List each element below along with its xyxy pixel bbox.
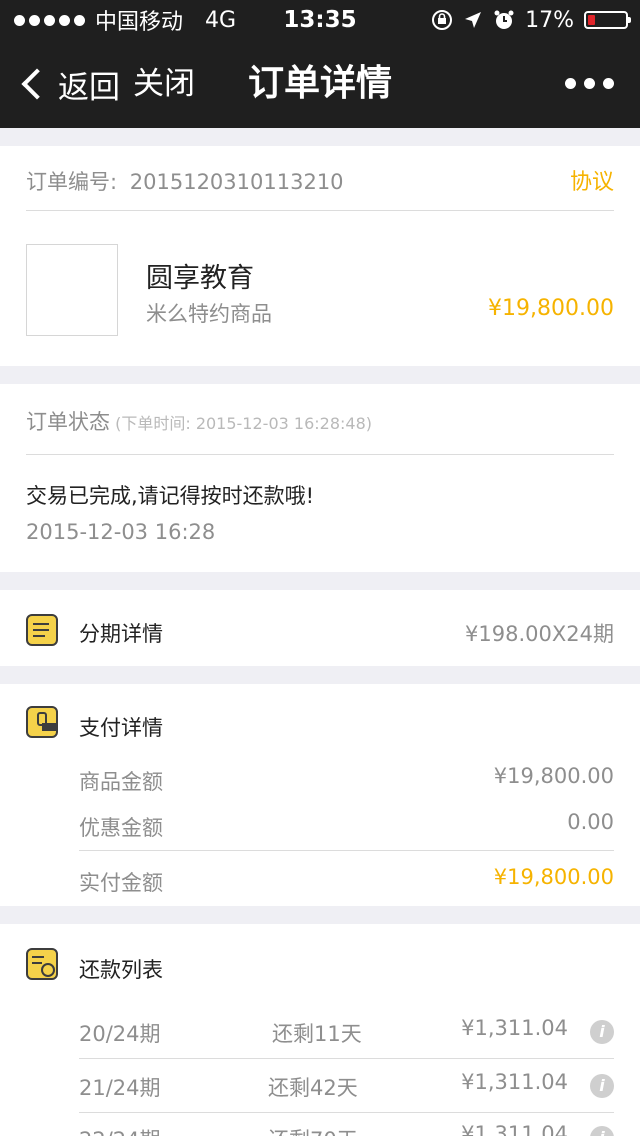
discount-label: 优惠金额 — [79, 816, 163, 840]
installment-label: 分期详情 — [79, 622, 163, 646]
order-card: 订单编号: 2015120310113210 协议 圆享教育 米么特约商品 ¥1… — [0, 146, 640, 366]
order-number: 2015120310113210 — [129, 170, 344, 194]
actual-paid-label: 实付金额 — [79, 871, 163, 895]
navigation-bar: 返回 关闭 订单详情 — [0, 40, 640, 128]
agreement-link[interactable]: 协议 — [570, 164, 614, 196]
order-number-label: 订单编号: — [26, 170, 118, 194]
days-remaining: 还剩70天 — [268, 1124, 358, 1136]
installment-icon — [26, 614, 58, 646]
dot-icon — [565, 78, 576, 89]
repayment-list-label: 还款列表 — [79, 958, 163, 982]
installment-value: ¥198.00X24期 — [465, 622, 614, 646]
repayment-list-card: 还款列表 20/24期 还剩11天 ¥1,311.04 i 21/24期 还剩4… — [0, 924, 640, 1136]
period: 20/24期 — [79, 1022, 161, 1046]
actual-paid-amount: ¥19,800.00 — [493, 865, 614, 889]
product-name: 圆享教育 — [146, 263, 254, 294]
divider — [79, 1112, 614, 1113]
installment-amount: ¥1,311.04 — [461, 1016, 568, 1040]
battery-percent: 17% — [525, 7, 574, 33]
status-message: 交易已完成,请记得按时还款哦! — [26, 484, 315, 508]
more-options-button[interactable] — [565, 78, 614, 89]
info-icon[interactable]: i — [590, 1020, 614, 1044]
installment-card[interactable]: 分期详情 ¥198.00X24期 — [0, 590, 640, 666]
order-status-card: 订单状态 (下单时间: 2015-12-03 16:28:48) 交易已完成,请… — [0, 384, 640, 572]
order-number-row: 订单编号: 2015120310113210 — [26, 166, 344, 196]
divider — [79, 1058, 614, 1059]
divider — [26, 210, 614, 211]
divider — [79, 850, 614, 851]
goods-amount-label: 商品金额 — [79, 770, 163, 794]
orientation-lock-icon — [432, 10, 453, 30]
status-datetime: 2015-12-03 16:28 — [26, 520, 216, 544]
status-right: 17% — [431, 0, 631, 40]
days-remaining: 还剩11天 — [272, 1022, 362, 1046]
goods-amount: ¥19,800.00 — [493, 764, 614, 788]
discount-amount: 0.00 — [567, 810, 614, 834]
product-subtitle: 米么特约商品 — [146, 302, 272, 326]
installment-amount: ¥1,311.04 — [461, 1070, 568, 1094]
payment-details-label: 支付详情 — [79, 716, 163, 740]
order-status-row: 订单状态 (下单时间: 2015-12-03 16:28:48) — [26, 406, 372, 436]
info-icon[interactable]: i — [590, 1074, 614, 1098]
alarm-clock-icon — [494, 10, 514, 29]
period: 22/24期 — [79, 1124, 161, 1136]
divider — [26, 454, 614, 455]
days-remaining: 还剩42天 — [268, 1076, 358, 1100]
wallet-icon — [26, 706, 58, 738]
info-icon[interactable]: i — [590, 1126, 614, 1136]
period: 21/24期 — [79, 1076, 161, 1100]
repayment-icon — [26, 948, 58, 980]
status-bar: 中国移动 4G 13:35 17% — [0, 0, 640, 40]
order-status-label: 订单状态 — [26, 410, 110, 434]
order-time: (下单时间: 2015-12-03 16:28:48) — [115, 414, 372, 433]
location-arrow-icon — [465, 12, 482, 28]
product-price: ¥19,800.00 — [488, 296, 614, 321]
page-title: 订单详情 — [247, 63, 392, 104]
product-thumbnail[interactable] — [26, 244, 118, 336]
battery-icon — [584, 11, 631, 29]
dot-icon — [603, 78, 614, 89]
dot-icon — [584, 78, 595, 89]
payment-details-card: 支付详情 商品金额 ¥19,800.00 优惠金额 0.00 实付金额 ¥19,… — [0, 684, 640, 906]
installment-amount: ¥1,311.04 — [461, 1122, 568, 1136]
